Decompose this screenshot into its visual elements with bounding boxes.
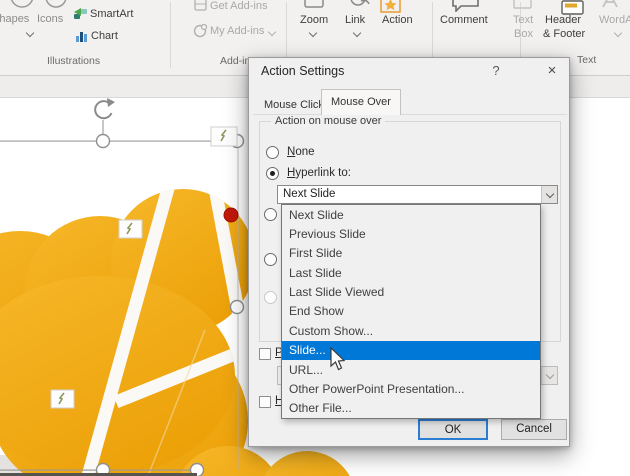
link-button[interactable]: Link (345, 14, 365, 26)
cancel-button[interactable]: Cancel (501, 419, 567, 440)
dialog-title: Action Settings (261, 64, 345, 78)
smartart-icon (74, 8, 87, 19)
get-addins-button[interactable]: Get Add-ins (210, 0, 267, 12)
highlight-checkbox[interactable] (259, 396, 271, 408)
illustrations-group-label: Illustrations (47, 55, 101, 67)
tab-page-edge (253, 114, 567, 115)
zoom-button[interactable]: Zoom (300, 14, 328, 26)
dropdown-option[interactable]: Other File... (282, 399, 540, 418)
action-settings-dialog: Action Settings ? × Mouse Click Mouse Ov… (248, 57, 570, 447)
text-box-button-line2[interactable]: Box (514, 28, 533, 40)
my-addins-icon (193, 24, 208, 38)
dropdown-option[interactable]: Other PowerPoint Presentation... (282, 379, 540, 398)
mouse-cursor-icon (330, 347, 346, 371)
shapes-chevron-icon[interactable] (27, 30, 34, 37)
tag-marker[interactable] (50, 389, 75, 409)
tag-marker[interactable] (210, 126, 238, 147)
icons-icon (45, 0, 67, 8)
radio-run-program[interactable] (264, 208, 277, 221)
combo-dropdown-icon[interactable] (541, 186, 557, 203)
chart-button[interactable]: Chart (91, 30, 118, 42)
zoom-chevron-icon[interactable] (310, 30, 317, 37)
dropdown-option[interactable]: Previous Slide (282, 224, 540, 243)
dropdown-option[interactable]: URL... (282, 360, 540, 379)
comment-button[interactable]: Comment (440, 14, 488, 26)
ok-button[interactable]: OK (418, 419, 488, 440)
wordart-icon (602, 0, 618, 8)
wordart-chevron-icon[interactable] (615, 30, 622, 37)
icons-button[interactable]: Icons (37, 13, 63, 25)
dropdown-option[interactable]: End Show (282, 302, 540, 321)
sound-combo-dropdown-icon (541, 367, 557, 384)
action-groupbox-label: Action on mouse over (271, 115, 386, 127)
radio-hyperlink-to[interactable] (266, 167, 279, 180)
dropdown-option[interactable]: Last Slide Viewed (282, 282, 540, 301)
radio-run-macro[interactable] (264, 253, 277, 266)
action-button[interactable]: Action (382, 14, 413, 26)
tag-marker[interactable] (118, 219, 143, 239)
link-icon (350, 0, 370, 6)
dropdown-option[interactable]: Custom Show... (282, 321, 540, 340)
play-sound-checkbox[interactable] (259, 348, 271, 360)
dropdown-option[interactable]: Next Slide (282, 205, 540, 224)
link-chevron-icon[interactable] (354, 30, 361, 37)
radio-object-action (264, 291, 277, 304)
dropdown-option-selected[interactable]: Slide... (282, 340, 540, 360)
shapes-button[interactable]: Shapes (0, 13, 29, 25)
text-box-button[interactable]: Text (513, 14, 533, 26)
action-icon (380, 0, 401, 13)
zoom-icon (304, 0, 324, 8)
header-footer-button-line2[interactable]: & Footer (543, 28, 585, 40)
powerpoint-window: Shapes Icons SmartArt Chart Illustration… (0, 0, 630, 476)
dropdown-option[interactable]: Last Slide (282, 263, 540, 282)
comment-icon (452, 0, 479, 12)
selection-top-edge (0, 140, 238, 142)
hyperlink-combo-value: Next Slide (283, 188, 336, 200)
tab-mouse-over[interactable]: Mouse Over (321, 89, 401, 115)
radio-hyperlink-label[interactable]: Hyperlink to: (287, 167, 351, 179)
selection-handle[interactable] (95, 133, 111, 149)
radio-none-label[interactable]: None (287, 146, 315, 158)
smartart-button[interactable]: SmartArt (90, 8, 133, 20)
wordart-button[interactable]: WordArt (599, 14, 630, 26)
header-footer-button[interactable]: Header (545, 14, 581, 26)
hyperlink-dropdown-list: Next Slide Previous Slide First Slide La… (281, 204, 541, 419)
close-icon[interactable]: × (541, 61, 563, 81)
text-box-icon (513, 0, 532, 9)
hyperlink-combobox[interactable]: Next Slide (277, 185, 558, 204)
my-addins-chevron-icon[interactable] (269, 29, 276, 36)
get-addins-icon (194, 0, 207, 11)
ribbon-divider (170, 2, 171, 68)
rotate-handle[interactable] (94, 98, 115, 134)
selection-handle[interactable] (229, 299, 245, 315)
text-group-label: Text (577, 54, 597, 66)
my-addins-button[interactable]: My Add-ins (210, 25, 264, 37)
chart-icon (76, 32, 87, 42)
help-button[interactable]: ? (487, 62, 505, 80)
radio-none[interactable] (266, 146, 279, 159)
dropdown-option[interactable]: First Slide (282, 244, 540, 263)
shapes-icon (10, 0, 34, 8)
red-dot-marker[interactable] (223, 207, 239, 223)
